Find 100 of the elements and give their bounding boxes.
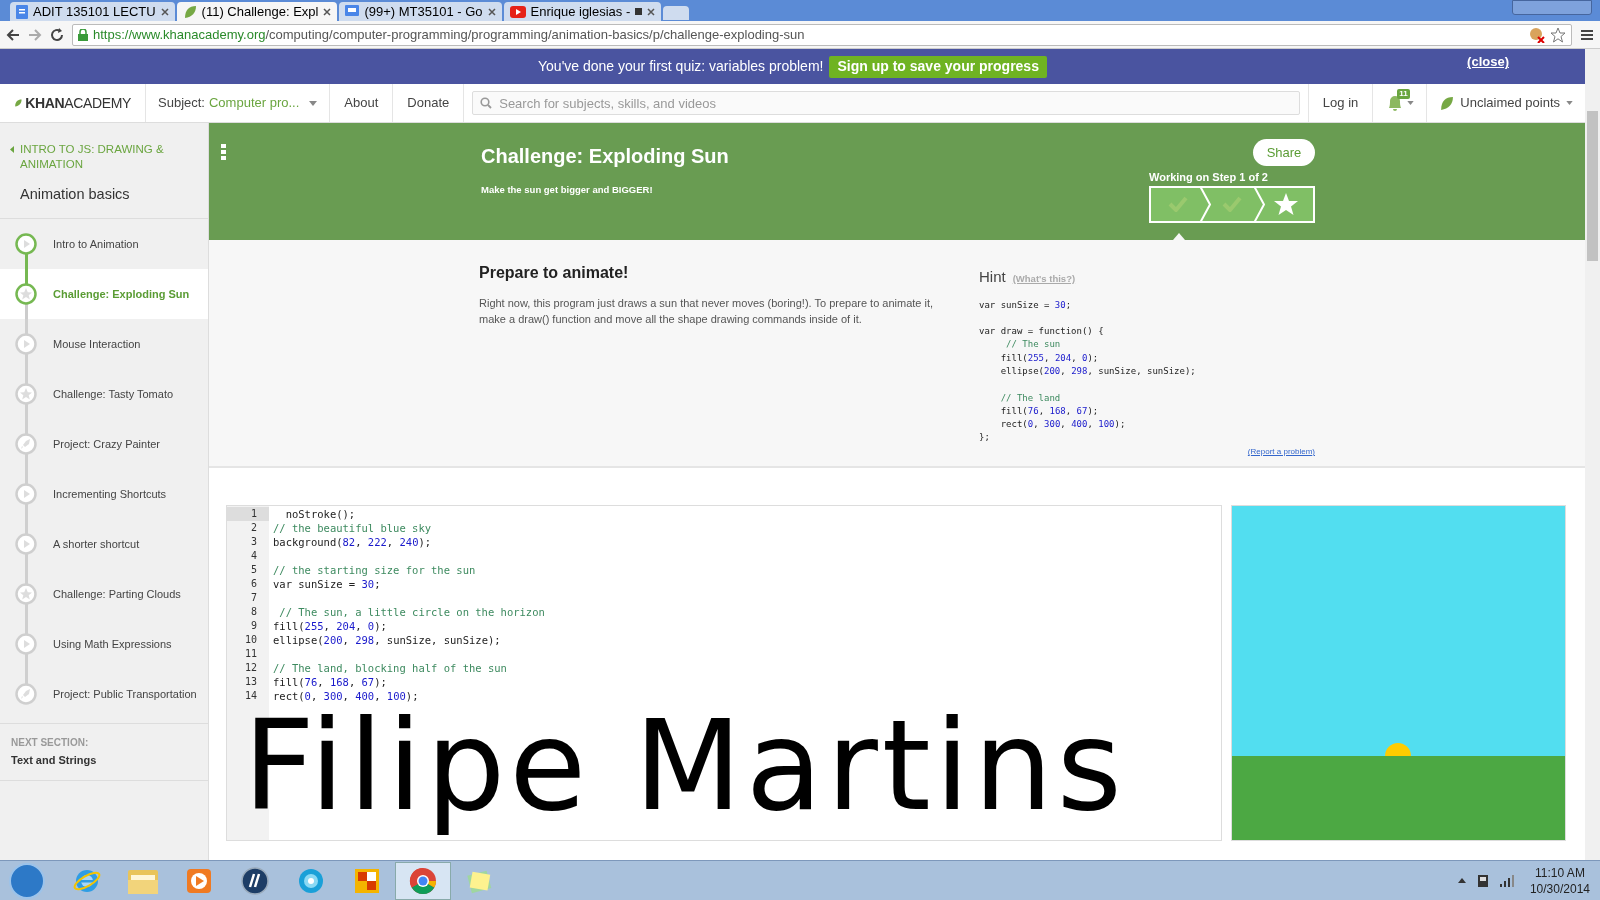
chrome-icon[interactable] xyxy=(408,865,438,896)
line-number: 10 xyxy=(243,633,258,647)
rocket-progress-icon xyxy=(15,682,37,705)
reload-icon[interactable] xyxy=(50,27,64,42)
report-problem-link[interactable]: (Report a problem) xyxy=(1247,446,1315,458)
play-progress-icon xyxy=(15,632,37,655)
line-number: 5 xyxy=(249,563,258,577)
share-button[interactable]: Share xyxy=(1253,139,1315,166)
lesson-item[interactable]: A shorter shortcut xyxy=(0,518,208,569)
lesson-title: Mouse Interaction xyxy=(53,336,141,352)
line-number: 1 xyxy=(227,507,269,521)
media-player-icon[interactable] xyxy=(185,866,213,895)
challenge-title: Challenge: Exploding Sun xyxy=(481,144,729,169)
lesson-item[interactable]: Incrementing Shortcuts xyxy=(0,468,208,519)
back-icon[interactable] xyxy=(6,27,20,42)
caret-icon xyxy=(1566,101,1573,105)
cookie-blocked-icon[interactable] xyxy=(1529,26,1545,43)
close-icon[interactable] xyxy=(647,7,656,16)
line-number: 3 xyxy=(249,535,258,549)
close-link[interactable]: (close) xyxy=(1467,52,1509,72)
lesson-item[interactable]: Using Math Expressions xyxy=(0,618,208,669)
tab-title: (11) Challenge: Expl xyxy=(201,2,319,21)
lesson-title: Project: Public Transportation xyxy=(53,686,197,702)
line-number: 11 xyxy=(243,647,258,661)
line-number: 6 xyxy=(249,577,258,591)
lesson-item[interactable]: Project: Public Transportation xyxy=(0,668,208,719)
leaf-icon xyxy=(1439,95,1455,111)
lesson-item[interactable]: Mouse Interaction xyxy=(0,318,208,369)
notification-count: 11 xyxy=(1397,89,1410,99)
star-progress-icon xyxy=(15,382,37,405)
network-icon[interactable] xyxy=(1475,872,1490,889)
tab-title: ADIT 135101 LECTU xyxy=(33,2,156,21)
leaf-icon xyxy=(14,97,23,109)
lesson-title: Challenge: Tasty Tomato xyxy=(53,386,174,402)
lesson-title: Incrementing Shortcuts xyxy=(53,486,167,502)
star-icon[interactable] xyxy=(1550,26,1566,43)
close-icon[interactable] xyxy=(160,7,169,16)
next-section-label: NEXT SECTION: xyxy=(11,735,90,750)
chat-icon xyxy=(345,4,360,19)
signal-icon[interactable] xyxy=(1499,874,1514,887)
start-button[interactable] xyxy=(9,862,45,899)
play-progress-icon xyxy=(15,332,37,355)
line-number: 2 xyxy=(249,521,258,535)
nav-link[interactable]: About xyxy=(330,84,394,122)
more-icon[interactable] xyxy=(221,144,226,160)
login-link[interactable]: Log in xyxy=(1307,84,1373,122)
star-progress-icon xyxy=(15,282,37,305)
lesson-title: Project: Crazy Painter xyxy=(53,436,160,452)
browser-tab[interactable]: (99+) MT35101 - Go xyxy=(339,2,502,21)
lesson-item[interactable]: Challenge: Tasty Tomato xyxy=(0,368,208,419)
step-status: Working on Step 1 of 2 xyxy=(1149,170,1269,185)
caret-icon xyxy=(309,100,318,106)
lesson-item[interactable]: Challenge: Parting Clouds xyxy=(0,568,208,619)
clock-date: 10/30/2014 xyxy=(1529,880,1590,897)
banner-message: You've done your first quiz: variables problem! xyxy=(538,57,824,76)
next-section-link[interactable]: Text and Strings xyxy=(11,751,197,769)
nav-link[interactable]: Donate xyxy=(393,84,465,122)
document-icon xyxy=(16,4,28,19)
play-progress-icon xyxy=(15,532,37,555)
new-tab-button[interactable] xyxy=(663,6,690,20)
line-number: 7 xyxy=(249,591,258,605)
lesson-title: Using Math Expressions xyxy=(53,636,172,652)
section-title: Animation basics xyxy=(19,185,131,204)
clock-time: 11:10 AM xyxy=(1535,864,1585,881)
lesson-item[interactable]: Intro to Animation xyxy=(0,218,208,269)
chevron-up-icon[interactable] xyxy=(1457,878,1466,883)
browser-tab[interactable]: ADIT 135101 LECTU xyxy=(10,2,175,21)
close-icon[interactable] xyxy=(323,7,332,16)
play-progress-icon xyxy=(15,482,37,505)
lesson-title: Challenge: Exploding Sun xyxy=(53,286,190,302)
hint-title: Hint xyxy=(979,267,1006,287)
code-text: noStroke(); // the beautiful blue sky background(82, 222, 240); // the starting size for the sun var sunSize = 30; // The sun, a little circle on the horizon fill(255, 204, 0); ellipse(200, 298, sunSize, sunSize); // The land, blocking half of the sun fill(76, 168, 67); rect(0, 300, 400, 100); xyxy=(272,507,545,703)
tab-title: Enrique iglesias - xyxy=(530,2,631,21)
leaf-icon xyxy=(182,4,197,19)
address-field[interactable]: https://www.khanacademy.org/computing/computer-programming/programming/animation-basics/p/challenge-exploding-sun xyxy=(72,23,1572,46)
tab-title: (99+) MT35101 - Go xyxy=(364,2,483,21)
code-editor[interactable] xyxy=(226,505,1222,841)
site-logo[interactable]: KHANACADEMY xyxy=(0,84,146,122)
subject-dropdown[interactable]: Subject: Computer pro... xyxy=(146,84,331,122)
video-icon xyxy=(509,5,526,18)
step-title: Prepare to animate! xyxy=(479,263,630,283)
close-icon[interactable] xyxy=(487,7,496,16)
line-number: 8 xyxy=(249,605,258,619)
browser-tab[interactable]: (11) Challenge: Expl xyxy=(176,2,338,21)
lesson-title: A shorter shortcut xyxy=(53,536,140,552)
line-number: 12 xyxy=(243,661,258,675)
line-number: 9 xyxy=(249,619,258,633)
url-text: https://www.khanacademy.org/computing/computer-programming/programming/animation-basics/p/challenge-exploding-sun xyxy=(93,25,806,44)
line-number: 4 xyxy=(249,549,258,563)
lock-icon xyxy=(78,28,88,41)
back-caret-icon xyxy=(10,146,14,153)
lesson-title: Challenge: Parting Clouds xyxy=(53,586,181,602)
lesson-item[interactable]: Project: Crazy Painter xyxy=(0,418,208,469)
menu-icon[interactable] xyxy=(1580,28,1594,41)
browser-tab[interactable]: Enrique iglesias - xyxy=(503,2,662,21)
hint-code: var sunSize = 30; var draw = function() { // The sun fill(255, 204, 0); ellipse(200, 298, sunSize, sunSize); // The land fill(76, 168, 67); rect(0, 300, 400, 100); }; xyxy=(979,298,1196,445)
lesson-title: Intro to Animation xyxy=(53,236,139,252)
step-instructions: Right now, this program just draws a sun that never moves (boring!). To prepare to animate it, make a draw() function and move all the shape drawing commands inside of it. xyxy=(479,296,935,327)
round-logo-icon[interactable] xyxy=(240,865,270,896)
search-field[interactable]: Search for subjects, skills, and videos xyxy=(472,91,1300,115)
